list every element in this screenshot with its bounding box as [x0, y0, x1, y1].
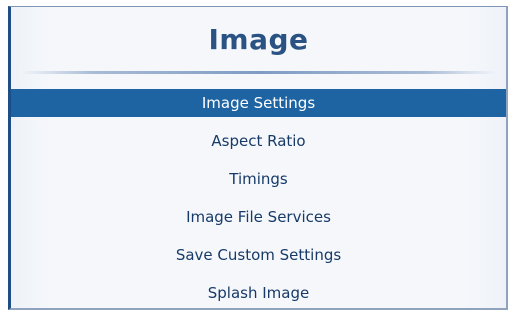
menu-item-save-custom-settings[interactable]: Save Custom Settings — [11, 241, 506, 269]
panel-title: Image — [208, 23, 309, 56]
title-divider — [21, 71, 496, 74]
menu-item-splash-image[interactable]: Splash Image — [11, 279, 506, 307]
menu-list: Image Settings Aspect Ratio Timings Imag… — [11, 89, 506, 317]
menu-item-image-file-services[interactable]: Image File Services — [11, 203, 506, 231]
menu-item-timings[interactable]: Timings — [11, 165, 506, 193]
menu-item-image-settings[interactable]: Image Settings — [11, 89, 506, 117]
menu-item-aspect-ratio[interactable]: Aspect Ratio — [11, 127, 506, 155]
image-menu-panel: Image Image Settings Aspect Ratio Timing… — [8, 6, 508, 310]
